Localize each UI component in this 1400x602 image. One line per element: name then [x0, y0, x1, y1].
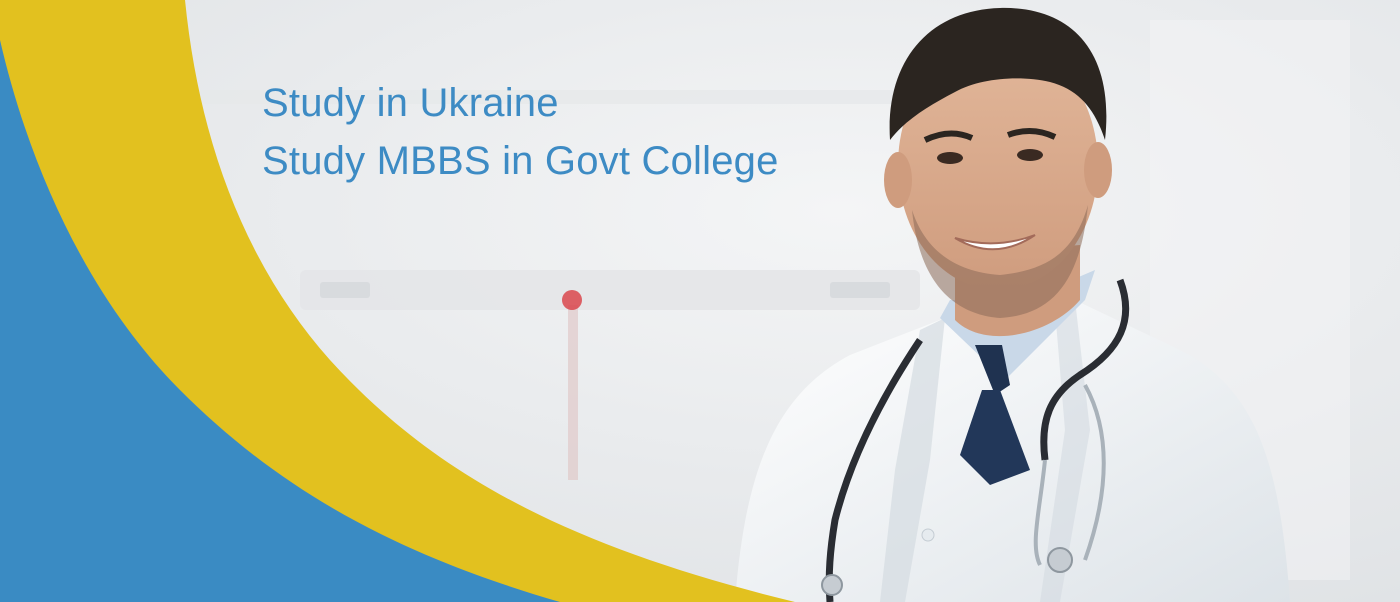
- banner-headline: Study in Ukraine Study MBBS in Govt Coll…: [262, 74, 779, 190]
- hero-banner: Study in Ukraine Study MBBS in Govt Coll…: [0, 0, 1400, 602]
- stethoscope-chestpiece: [1047, 547, 1073, 573]
- headline-line-2: Study MBBS in Govt College: [262, 139, 779, 183]
- headline-line-1: Study in Ukraine: [262, 81, 559, 125]
- wall-alarm-light: [562, 290, 582, 310]
